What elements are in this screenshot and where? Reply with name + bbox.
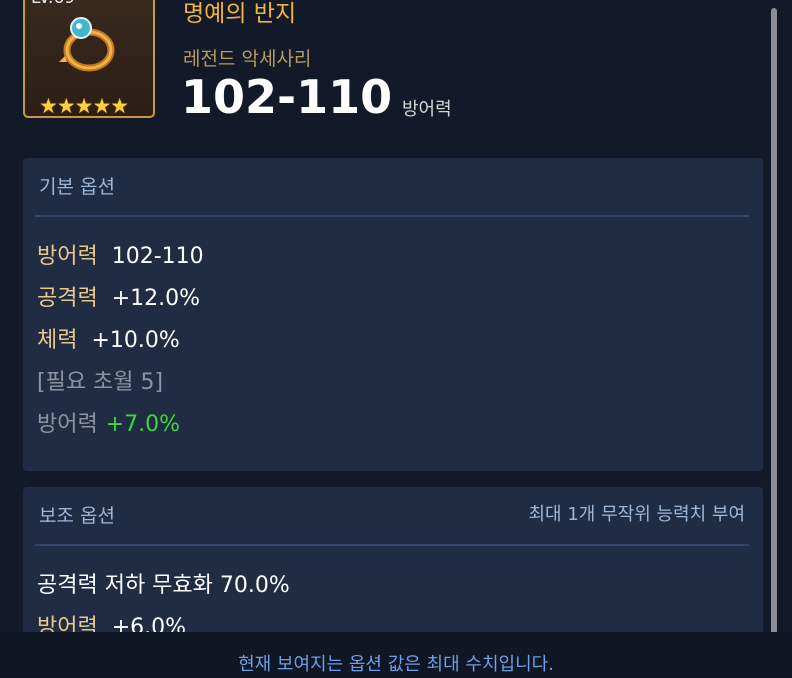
basic-option-line: 방어력 102-110 [37,238,204,270]
bonus-option-line: 방어력 +7.0% [37,406,180,438]
item-main-stat-label: 방어력 [402,99,452,120]
scrollbar[interactable] [771,8,777,652]
option-key: 공격력 [37,286,98,311]
sub-options-title: 보조 옵션 [39,505,115,527]
basic-options-title: 기본 옵션 [39,176,115,198]
footer-bar: 현재 보여지는 옵션 값은 최대 수치입니다. [0,632,792,678]
sub-options-note: 최대 1개 무작위 능력치 부여 [528,504,746,525]
basic-options-panel: 기본 옵션 방어력 102-110 공격력 +12.0% 체력 +10.0% [필요 … [23,158,763,471]
item-type: 레전드 악세사리 [183,48,312,70]
level-label: LV.69 [31,0,75,8]
rating-stars: ★★★★★ [39,94,129,118]
ring-icon [59,17,115,72]
basic-option-line: 체력 +10.0% [37,322,180,354]
divider [35,544,749,546]
item-icon-frame: LV.69 ★★★★★ [23,0,155,118]
option-value: +12.0% [111,286,201,311]
sub-option-line: 공격력 저하 무효화 70.0% [37,573,290,598]
basic-option-line: 공격력 +12.0% [37,280,200,312]
item-main-stat-value: 102-110 [181,70,393,124]
option-key: 방어력 [37,244,98,269]
option-value: +10.0% [91,328,180,353]
option-key: 방어력 [37,412,98,437]
option-key: 체력 [37,328,78,353]
option-value: +7.0% [105,412,181,437]
item-name: 명예의 반지 [183,1,297,27]
footer-notice: 현재 보여지는 옵션 값은 최대 수치입니다. [238,654,554,675]
requirement-text: [필요 초월 5] [37,370,164,395]
option-value: 102-110 [111,244,204,269]
divider [35,215,749,217]
sub-options-panel: 보조 옵션 최대 1개 무작위 능력치 부여 공격력 저하 무효화 70.0% … [23,487,763,647]
